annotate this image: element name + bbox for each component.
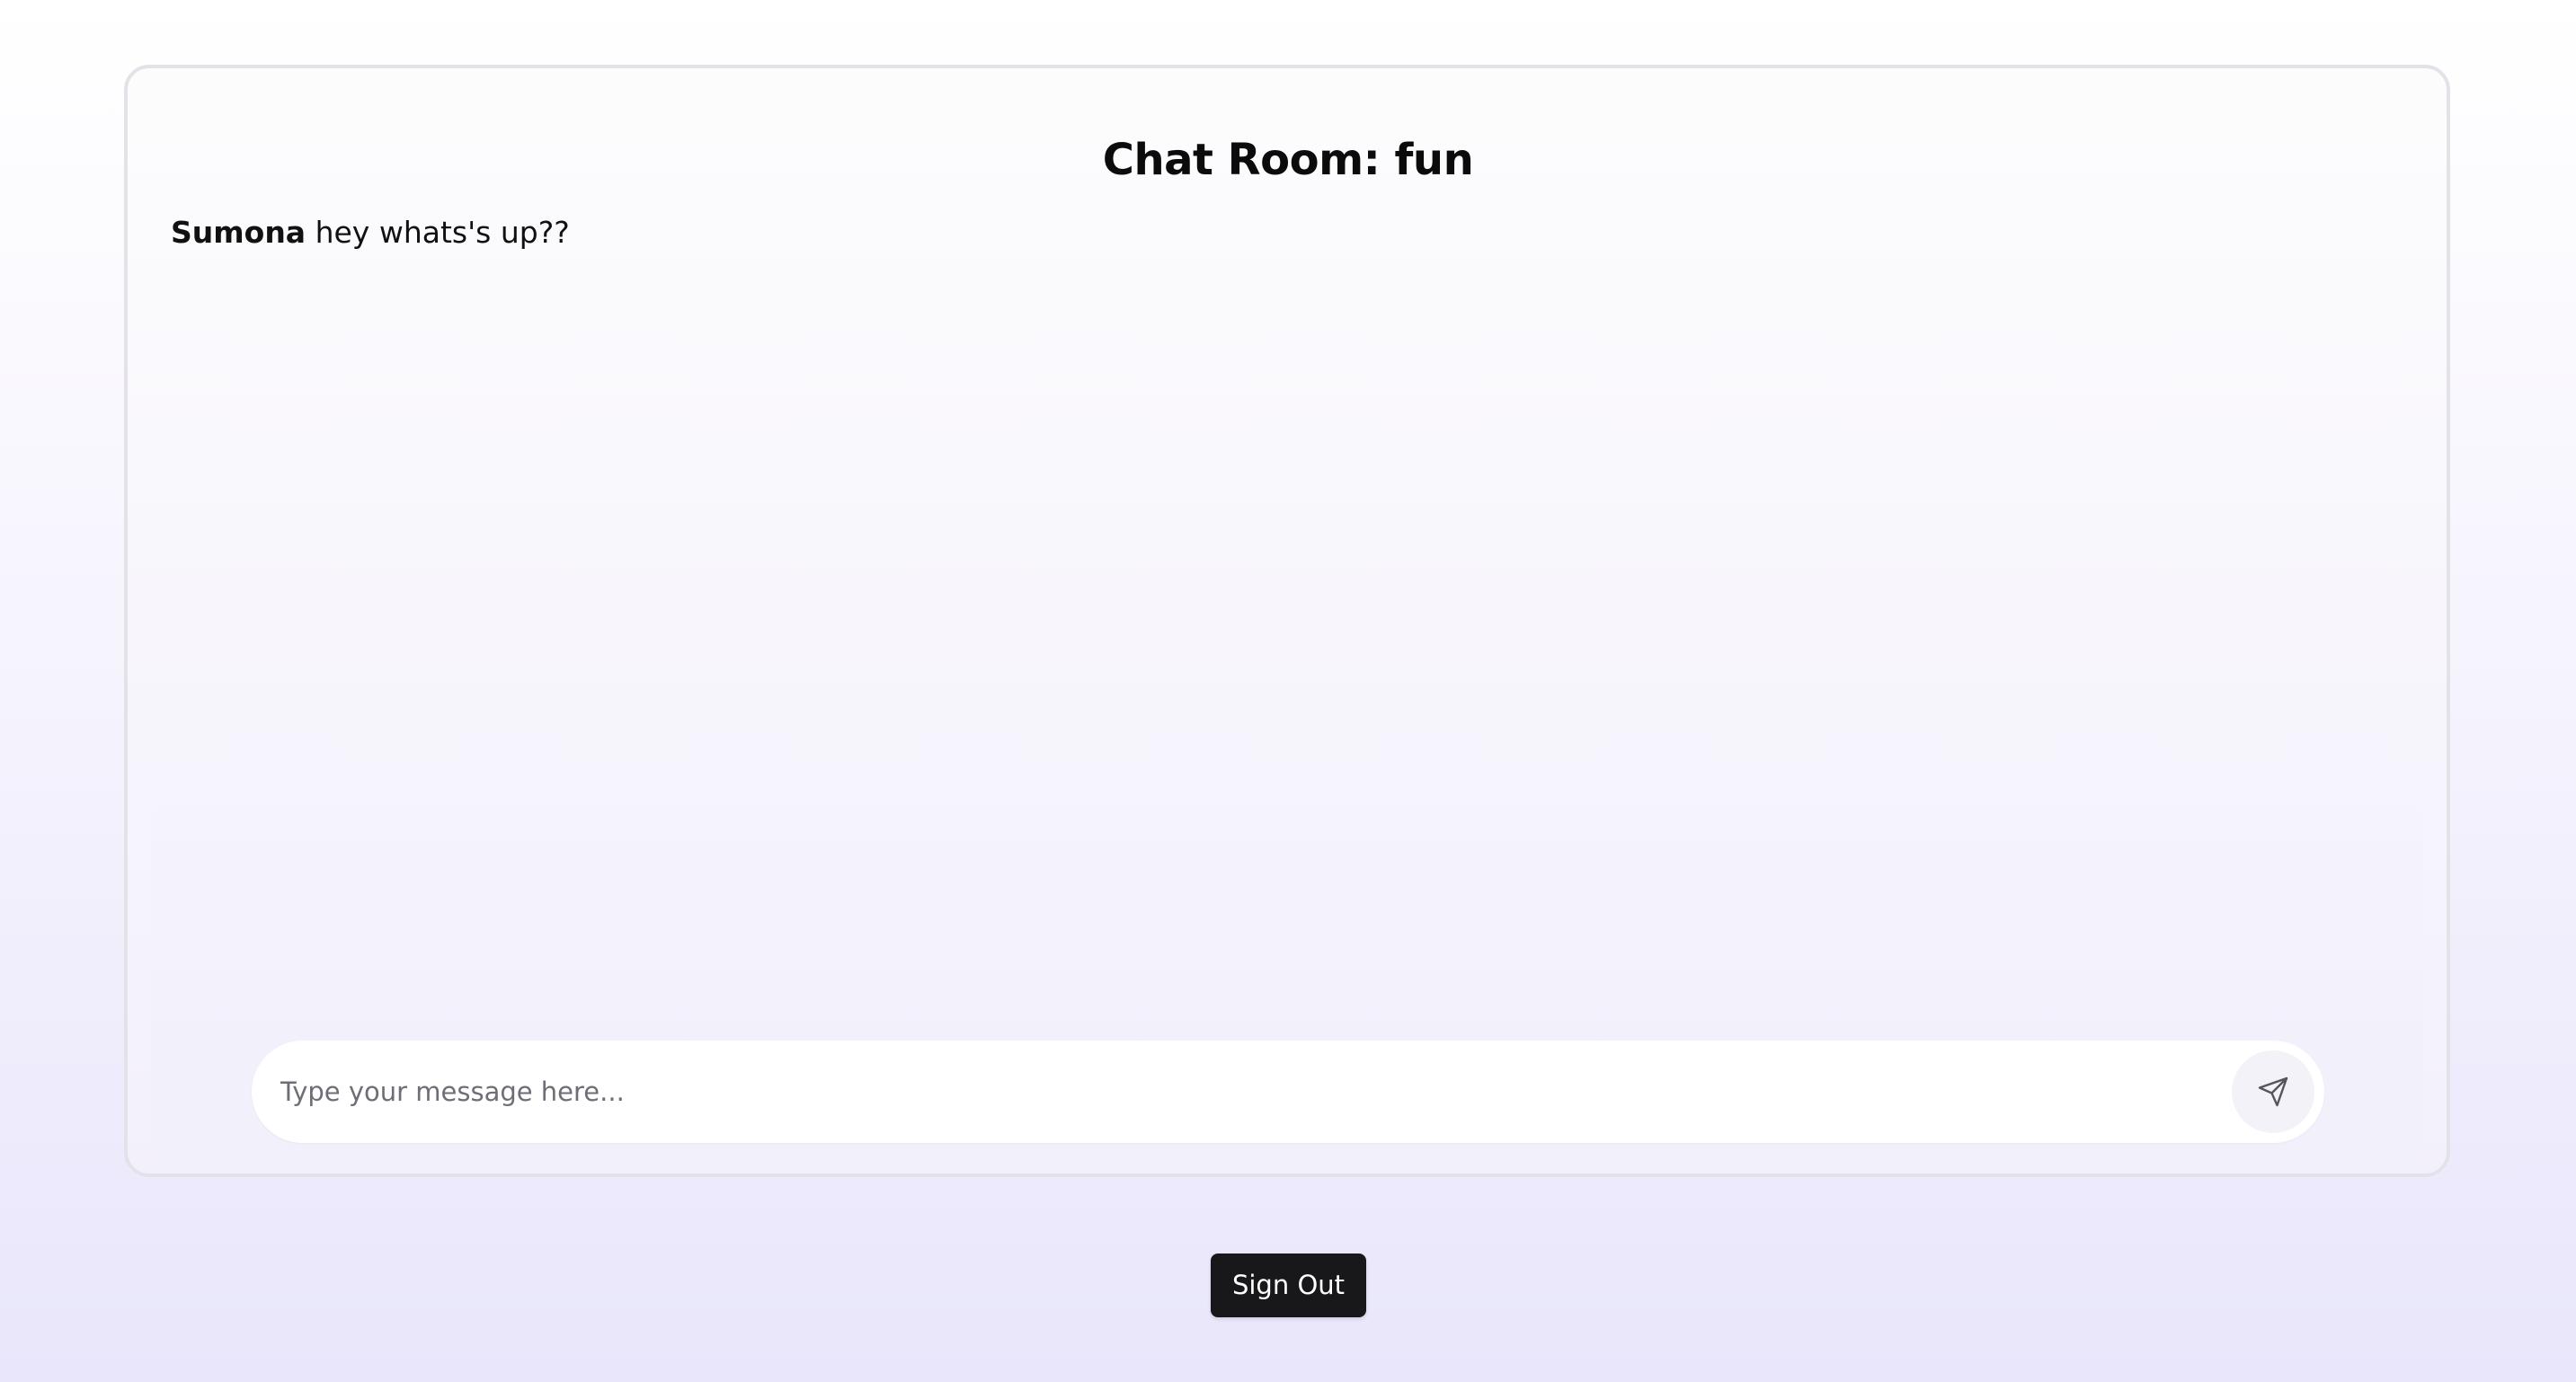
message-text: hey whats's up?? — [315, 215, 570, 250]
chat-room-title: Chat Room: fun — [1102, 135, 1474, 186]
message-list: Sumona hey whats's up?? — [171, 209, 2432, 256]
send-button[interactable] — [2229, 1048, 2317, 1136]
message-item: Sumona hey whats's up?? — [171, 209, 2432, 256]
sign-out-button[interactable]: Sign Out — [1211, 1254, 1366, 1317]
message-composer — [252, 1041, 2324, 1143]
message-input[interactable] — [280, 1065, 2168, 1119]
message-sender: Sumona — [171, 215, 306, 250]
send-icon — [2258, 1076, 2288, 1107]
